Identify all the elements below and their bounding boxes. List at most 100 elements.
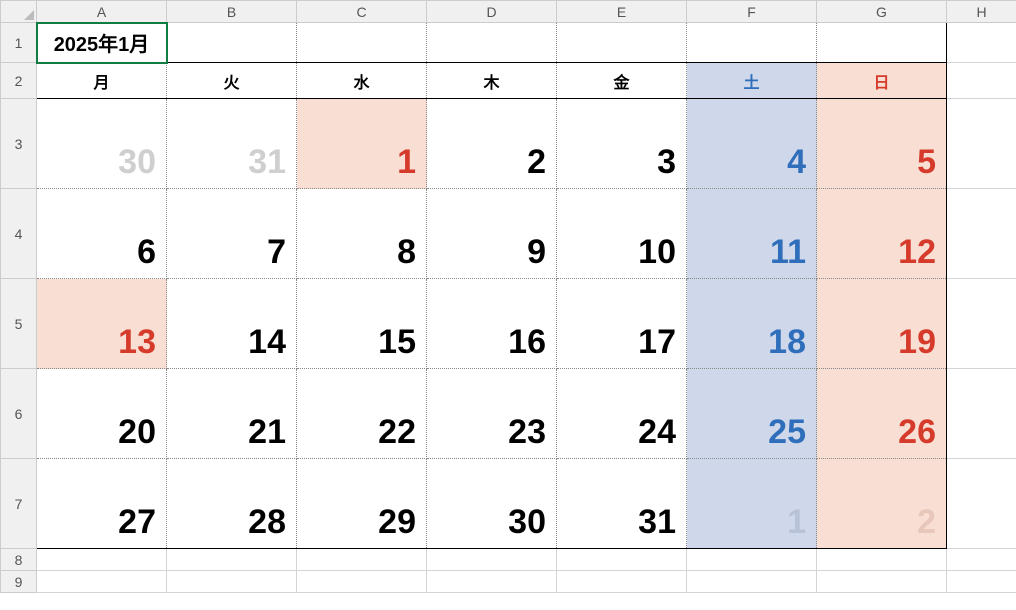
cell-D9[interactable] bbox=[427, 571, 557, 593]
cell-E8[interactable] bbox=[557, 549, 687, 571]
day-cell[interactable]: 21 bbox=[167, 369, 297, 459]
row-header-2[interactable]: 2 bbox=[1, 63, 37, 99]
cell-F1[interactable] bbox=[687, 23, 817, 63]
day-cell[interactable]: 4 bbox=[687, 99, 817, 189]
day-cell[interactable]: 27 bbox=[37, 459, 167, 549]
day-cell[interactable]: 29 bbox=[297, 459, 427, 549]
day-cell[interactable]: 19 bbox=[817, 279, 947, 369]
day-cell[interactable]: 2 bbox=[817, 459, 947, 549]
day-cell[interactable]: 23 bbox=[427, 369, 557, 459]
col-header-D[interactable]: D bbox=[427, 1, 557, 23]
row-header-9[interactable]: 9 bbox=[1, 571, 37, 593]
day-cell[interactable]: 31 bbox=[557, 459, 687, 549]
cell-G1[interactable] bbox=[817, 23, 947, 63]
day-cell[interactable]: 26 bbox=[817, 369, 947, 459]
cell-B1[interactable] bbox=[167, 23, 297, 63]
dow-tue[interactable]: 火 bbox=[167, 63, 297, 99]
cell-H4[interactable] bbox=[947, 189, 1016, 279]
day-cell[interactable]: 18 bbox=[687, 279, 817, 369]
cell-B8[interactable] bbox=[167, 549, 297, 571]
column-header-row: A B C D E F G H bbox=[1, 1, 1016, 23]
col-header-E[interactable]: E bbox=[557, 1, 687, 23]
cell-C8[interactable] bbox=[297, 549, 427, 571]
select-all-corner[interactable] bbox=[1, 1, 37, 23]
dow-sun[interactable]: 日 bbox=[817, 63, 947, 99]
cell-H5[interactable] bbox=[947, 279, 1016, 369]
cell-H8[interactable] bbox=[947, 549, 1016, 571]
col-header-G[interactable]: G bbox=[817, 1, 947, 23]
cell-H6[interactable] bbox=[947, 369, 1016, 459]
day-cell[interactable]: 22 bbox=[297, 369, 427, 459]
col-header-F[interactable]: F bbox=[687, 1, 817, 23]
day-cell[interactable]: 20 bbox=[37, 369, 167, 459]
cell-E1[interactable] bbox=[557, 23, 687, 63]
day-cell[interactable]: 28 bbox=[167, 459, 297, 549]
row-6-week4: 6 20 21 22 23 24 25 26 bbox=[1, 369, 1016, 459]
row-4-week2: 4 6 7 8 9 10 11 12 bbox=[1, 189, 1016, 279]
day-cell[interactable]: 25 bbox=[687, 369, 817, 459]
day-cell[interactable]: 3 bbox=[557, 99, 687, 189]
row-header-6[interactable]: 6 bbox=[1, 369, 37, 459]
row-header-7[interactable]: 7 bbox=[1, 459, 37, 549]
row-header-5[interactable]: 5 bbox=[1, 279, 37, 369]
day-cell[interactable]: 5 bbox=[817, 99, 947, 189]
spreadsheet[interactable]: A B C D E F G H 1 2025年1月 2 月 火 水 木 金 土 … bbox=[0, 0, 1016, 593]
day-cell[interactable]: 14 bbox=[167, 279, 297, 369]
cell-G9[interactable] bbox=[817, 571, 947, 593]
day-cell[interactable]: 30 bbox=[427, 459, 557, 549]
col-header-C[interactable]: C bbox=[297, 1, 427, 23]
cell-H3[interactable] bbox=[947, 99, 1016, 189]
col-header-H[interactable]: H bbox=[947, 1, 1016, 23]
dow-wed[interactable]: 水 bbox=[297, 63, 427, 99]
day-cell[interactable]: 6 bbox=[37, 189, 167, 279]
dow-mon[interactable]: 月 bbox=[37, 63, 167, 99]
cell-E9[interactable] bbox=[557, 571, 687, 593]
cell-B9[interactable] bbox=[167, 571, 297, 593]
day-cell[interactable]: 30 bbox=[37, 99, 167, 189]
cell-H9[interactable] bbox=[947, 571, 1016, 593]
day-cell[interactable]: 17 bbox=[557, 279, 687, 369]
day-cell[interactable]: 9 bbox=[427, 189, 557, 279]
dow-sat[interactable]: 土 bbox=[687, 63, 817, 99]
day-cell[interactable]: 8 bbox=[297, 189, 427, 279]
row-9: 9 bbox=[1, 571, 1016, 593]
grid[interactable]: A B C D E F G H 1 2025年1月 2 月 火 水 木 金 土 … bbox=[0, 0, 1016, 593]
dow-thu[interactable]: 木 bbox=[427, 63, 557, 99]
day-cell[interactable]: 1 bbox=[297, 99, 427, 189]
cell-D8[interactable] bbox=[427, 549, 557, 571]
row-header-1[interactable]: 1 bbox=[1, 23, 37, 63]
cell-A8[interactable] bbox=[37, 549, 167, 571]
day-cell[interactable]: 1 bbox=[687, 459, 817, 549]
row-3-week1: 3 30 31 1 2 3 4 5 bbox=[1, 99, 1016, 189]
day-cell[interactable]: 31 bbox=[167, 99, 297, 189]
cell-H2[interactable] bbox=[947, 63, 1016, 99]
day-cell[interactable]: 16 bbox=[427, 279, 557, 369]
cell-D1[interactable] bbox=[427, 23, 557, 63]
cell-A9[interactable] bbox=[37, 571, 167, 593]
day-cell[interactable]: 10 bbox=[557, 189, 687, 279]
row-header-4[interactable]: 4 bbox=[1, 189, 37, 279]
row-2-weekdays: 2 月 火 水 木 金 土 日 bbox=[1, 63, 1016, 99]
dow-fri[interactable]: 金 bbox=[557, 63, 687, 99]
day-cell[interactable]: 13 bbox=[37, 279, 167, 369]
day-cell[interactable]: 7 bbox=[167, 189, 297, 279]
cell-C9[interactable] bbox=[297, 571, 427, 593]
cell-F9[interactable] bbox=[687, 571, 817, 593]
day-cell[interactable]: 12 bbox=[817, 189, 947, 279]
col-header-A[interactable]: A bbox=[37, 1, 167, 23]
col-header-B[interactable]: B bbox=[167, 1, 297, 23]
cell-C1[interactable] bbox=[297, 23, 427, 63]
cell-G8[interactable] bbox=[817, 549, 947, 571]
cell-H7[interactable] bbox=[947, 459, 1016, 549]
row-5-week3: 5 13 14 15 16 17 18 19 bbox=[1, 279, 1016, 369]
day-cell[interactable]: 2 bbox=[427, 99, 557, 189]
cell-H1[interactable] bbox=[947, 23, 1016, 63]
row-header-8[interactable]: 8 bbox=[1, 549, 37, 571]
cell-F8[interactable] bbox=[687, 549, 817, 571]
row-1: 1 2025年1月 bbox=[1, 23, 1016, 63]
day-cell[interactable]: 24 bbox=[557, 369, 687, 459]
day-cell[interactable]: 15 bbox=[297, 279, 427, 369]
cell-A1-title[interactable]: 2025年1月 bbox=[37, 23, 167, 63]
day-cell[interactable]: 11 bbox=[687, 189, 817, 279]
row-header-3[interactable]: 3 bbox=[1, 99, 37, 189]
